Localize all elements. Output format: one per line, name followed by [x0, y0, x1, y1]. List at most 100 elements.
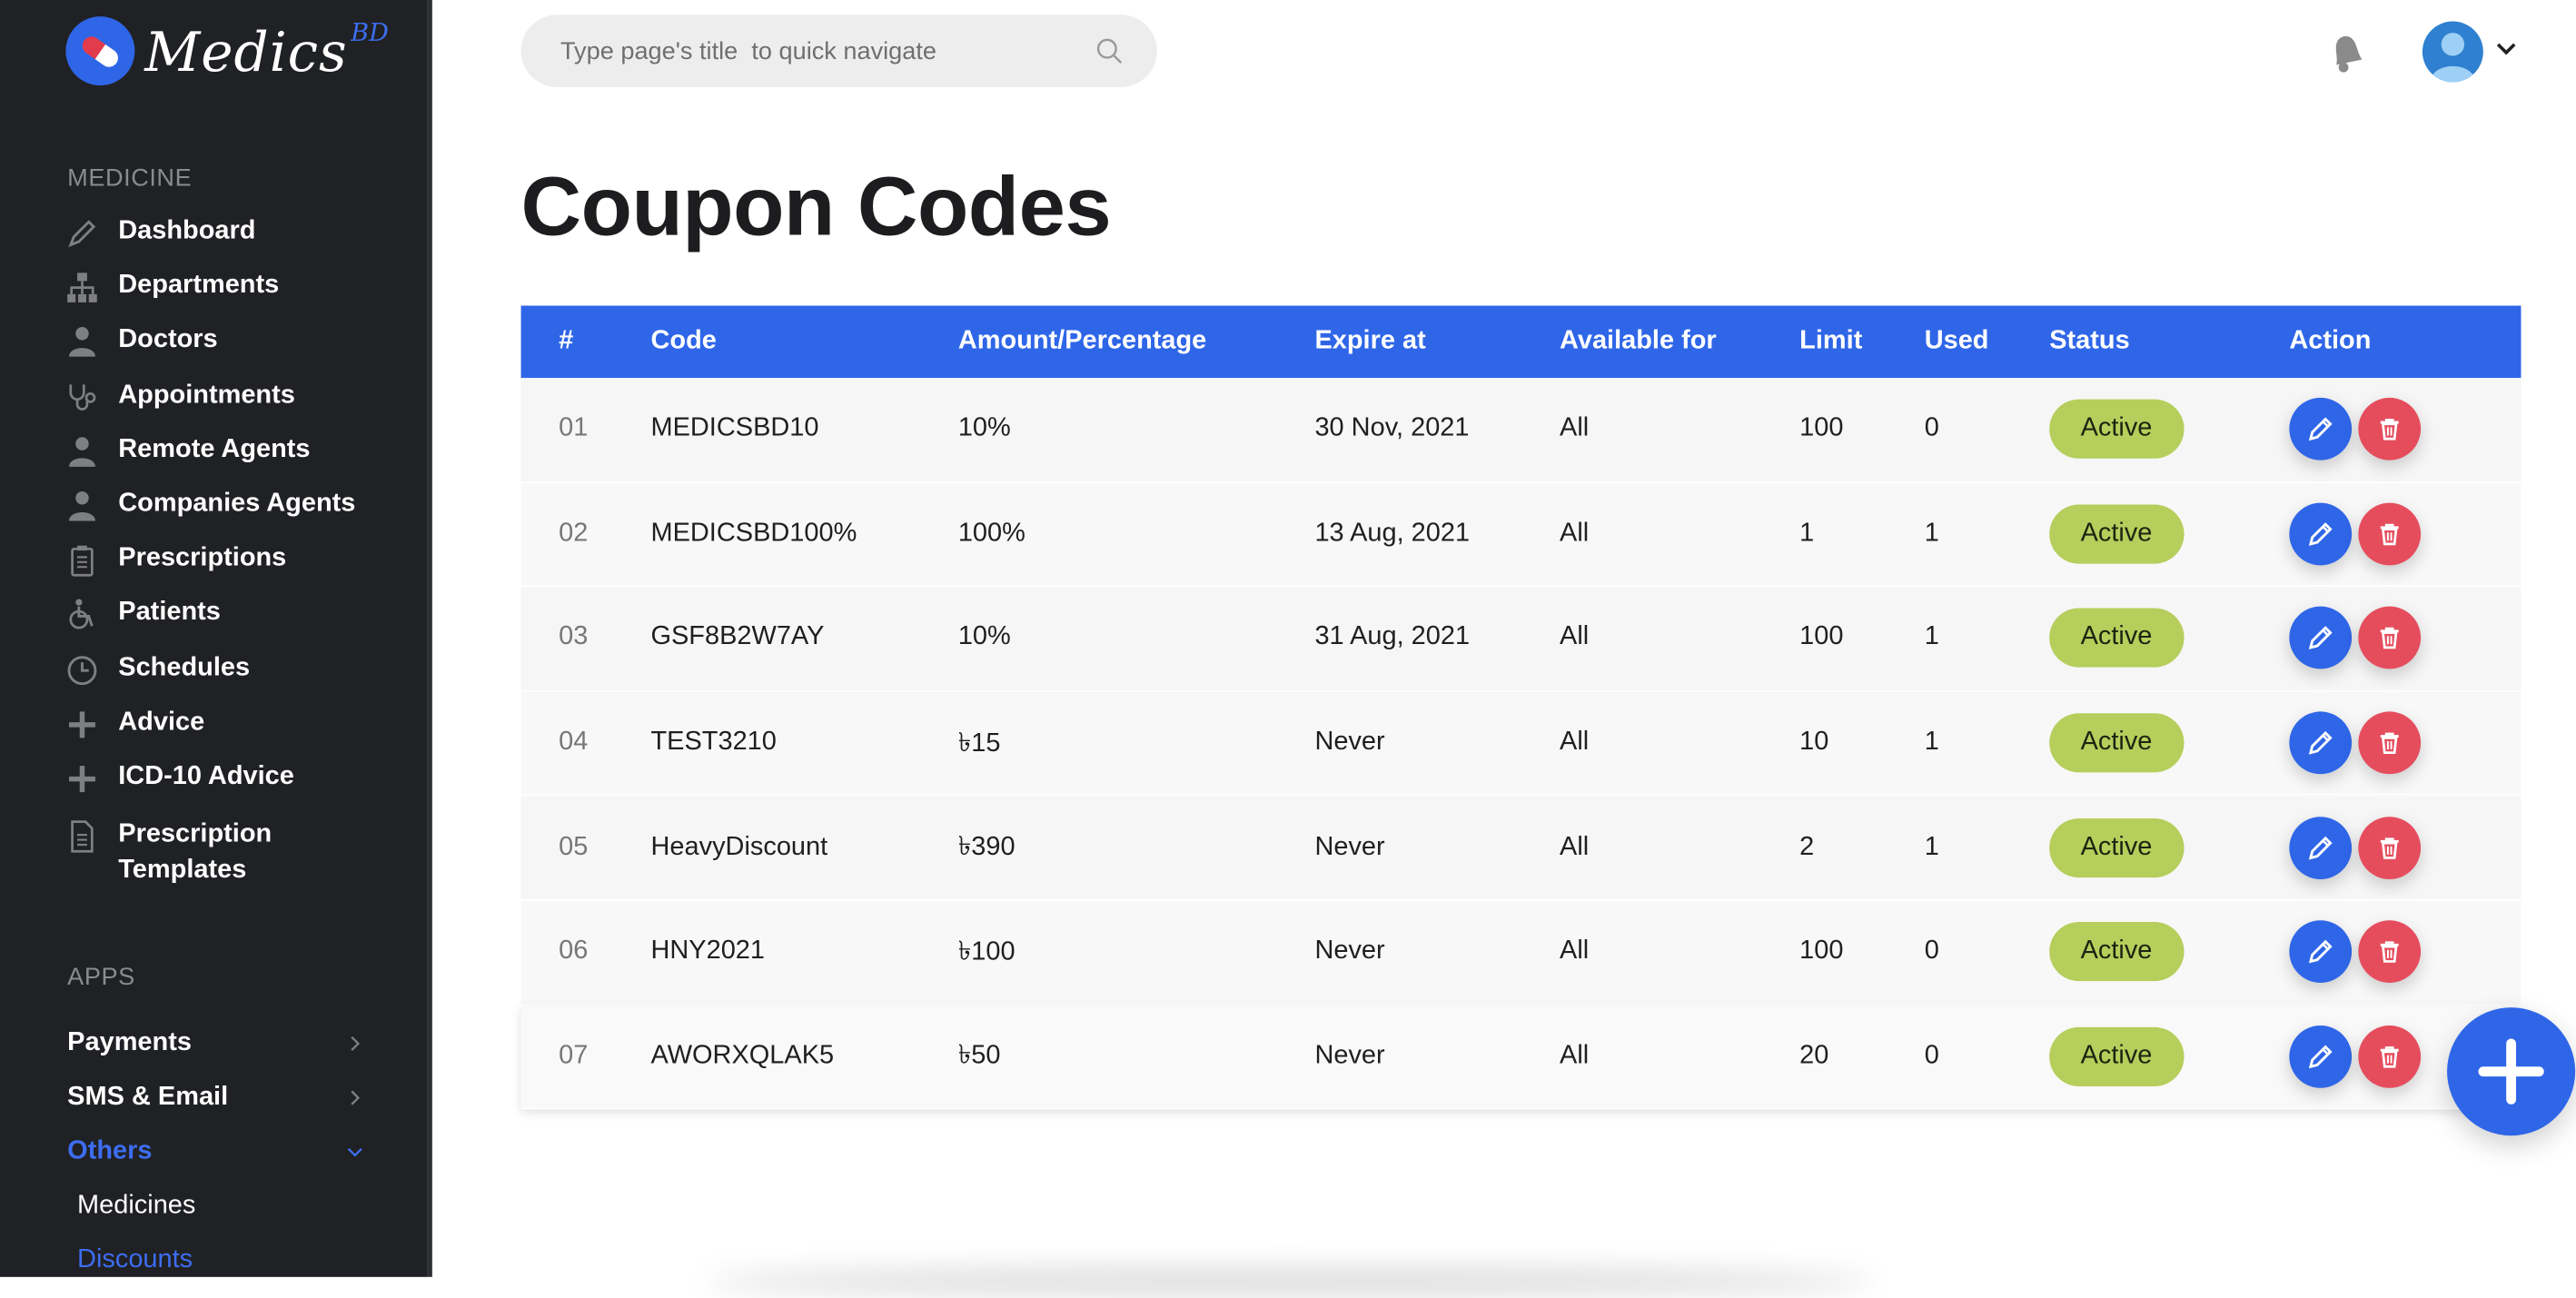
- trash-icon: [2380, 523, 2399, 546]
- cell-expire: 31 Aug, 2021: [1314, 623, 1471, 652]
- cell-status: Active: [2049, 922, 2289, 982]
- cell-limit: 20: [1799, 1041, 1829, 1070]
- cell-status: Active: [2049, 817, 2289, 877]
- sidebar-item-label: Departments: [118, 271, 280, 300]
- add-coupon-button[interactable]: [2447, 1007, 2576, 1136]
- edit-button[interactable]: [2289, 1025, 2353, 1088]
- cell-used: 1: [1924, 728, 1939, 757]
- trash-icon: [2380, 837, 2399, 859]
- cell-action: [2289, 398, 2486, 461]
- cell-used: 1: [1924, 519, 1939, 548]
- sidebar-item-payments[interactable]: Payments: [67, 1016, 363, 1070]
- table-row: 01 MEDICSBD10 10% 30 Nov, 2021 All 100 0 Active: [520, 378, 2522, 483]
- cell-limit: 100: [1799, 623, 1844, 652]
- search-icon[interactable]: [1095, 36, 1125, 66]
- user-md-icon: [65, 326, 98, 359]
- clipboard-icon: [65, 544, 98, 577]
- cell-status: Active: [2049, 400, 2289, 460]
- pencil-icon: [2308, 1045, 2333, 1068]
- cell-num: 03: [559, 623, 589, 652]
- header-available: Available for: [1560, 327, 1717, 355]
- trash-icon: [2380, 1045, 2399, 1068]
- sidebar-item-others[interactable]: Others: [67, 1125, 363, 1179]
- header-used: Used: [1924, 327, 1989, 355]
- cell-status: Active: [2049, 713, 2289, 773]
- status-badge: Active: [2049, 400, 2184, 460]
- sidebar-item-sms-email[interactable]: SMS & Email: [67, 1070, 363, 1125]
- delete-button[interactable]: [2358, 711, 2422, 775]
- cell-code: HNY2021: [650, 936, 766, 966]
- search-input[interactable]: [560, 36, 1095, 65]
- edit-button[interactable]: [2289, 711, 2353, 775]
- sidebar-item-appointments[interactable]: Appointments: [65, 381, 411, 435]
- cell-expire: 13 Aug, 2021: [1314, 519, 1471, 548]
- stethoscope-icon: [65, 381, 98, 413]
- user-avatar[interactable]: [2422, 21, 2483, 83]
- delete-button[interactable]: [2358, 607, 2422, 670]
- cell-amount: 10%: [957, 414, 1011, 443]
- header-action: Action: [2289, 327, 2372, 355]
- chevron-right-icon: [347, 1030, 363, 1056]
- cell-available: All: [1560, 623, 1590, 652]
- cell-amount: ৳390: [957, 833, 1016, 862]
- brand-logo[interactable]: Medics BD: [65, 16, 389, 86]
- edit-button[interactable]: [2289, 816, 2353, 879]
- sidebar-item-prescription-templates[interactable]: Prescription Templates: [65, 817, 411, 906]
- sidebar-item-label: Schedules: [118, 653, 251, 681]
- cell-code: MEDICSBD100%: [650, 519, 857, 548]
- edit-button[interactable]: [2289, 920, 2353, 984]
- sidebar-item-advice[interactable]: Advice: [65, 708, 411, 762]
- user-md-icon: [65, 490, 98, 522]
- sidebar-item-patients[interactable]: Patients: [65, 599, 411, 653]
- sidebar-item-remote-agents[interactable]: Remote Agents: [65, 435, 411, 490]
- delete-button[interactable]: [2358, 816, 2422, 879]
- plus-icon: [65, 708, 98, 740]
- delete-button[interactable]: [2358, 920, 2422, 984]
- page-title: Coupon Codes: [520, 159, 1112, 253]
- sidebar-item-label: Advice: [118, 708, 205, 737]
- table-row: 04 TEST3210 ৳15 Never All 10 1 Active: [520, 691, 2522, 797]
- cell-expire: Never: [1314, 832, 1385, 861]
- edit-button[interactable]: [2289, 502, 2353, 566]
- edit-button[interactable]: [2289, 607, 2353, 670]
- clock-icon: [65, 653, 98, 686]
- notification-bell-icon[interactable]: [2323, 26, 2370, 75]
- sidebar-item-doctors[interactable]: Doctors: [65, 326, 411, 381]
- sidebar-item-schedules[interactable]: Schedules: [65, 653, 411, 708]
- cell-available: All: [1560, 519, 1590, 548]
- trash-icon: [2380, 628, 2399, 650]
- delete-button[interactable]: [2358, 1025, 2422, 1088]
- quick-navigate-search: [520, 15, 1157, 87]
- cell-amount: 100%: [957, 519, 1025, 548]
- cell-status: Active: [2049, 504, 2289, 564]
- cell-expire: Never: [1314, 728, 1385, 757]
- sidebar-item-label: Remote Agents: [118, 435, 311, 463]
- cell-num: 05: [559, 832, 589, 861]
- cell-num: 02: [559, 519, 589, 548]
- edit-button[interactable]: [2289, 398, 2353, 461]
- trash-icon: [2380, 419, 2399, 441]
- cell-action: [2289, 502, 2486, 566]
- sidebar-item-label: Doctors: [118, 325, 218, 354]
- header-amount: Amount/Percentage: [957, 327, 1207, 355]
- sidebar-item-icd10-advice[interactable]: ICD-10 Advice: [65, 762, 411, 817]
- chevron-down-icon[interactable]: [2496, 36, 2516, 63]
- sidebar-item-departments[interactable]: Departments: [65, 272, 411, 326]
- delete-button[interactable]: [2358, 502, 2422, 566]
- sidebar-subitem-discounts[interactable]: Discounts: [67, 1234, 363, 1277]
- sidebar-subitem-medicines[interactable]: Medicines: [67, 1179, 363, 1234]
- table-body: 01 MEDICSBD10 10% 30 Nov, 2021 All 100 0 Active…: [520, 378, 2522, 1110]
- cell-expire: Never: [1314, 936, 1385, 966]
- status-badge: Active: [2049, 1026, 2184, 1086]
- pencil-icon: [2308, 417, 2333, 441]
- cell-amount: ৳15: [957, 728, 1001, 758]
- sidebar-item-prescriptions[interactable]: Prescriptions: [65, 544, 411, 599]
- sidebar-item-companies-agents[interactable]: Companies Agents: [65, 490, 411, 544]
- sidebar-item-label: Patients: [118, 599, 221, 627]
- sidebar-item-dashboard[interactable]: Dashboard: [65, 217, 411, 272]
- cell-action: [2289, 711, 2486, 775]
- delete-button[interactable]: [2358, 398, 2422, 461]
- status-badge: Active: [2049, 817, 2184, 877]
- sidebar-item-label: Prescriptions: [118, 544, 287, 572]
- sidebar-divider: [427, 0, 432, 1277]
